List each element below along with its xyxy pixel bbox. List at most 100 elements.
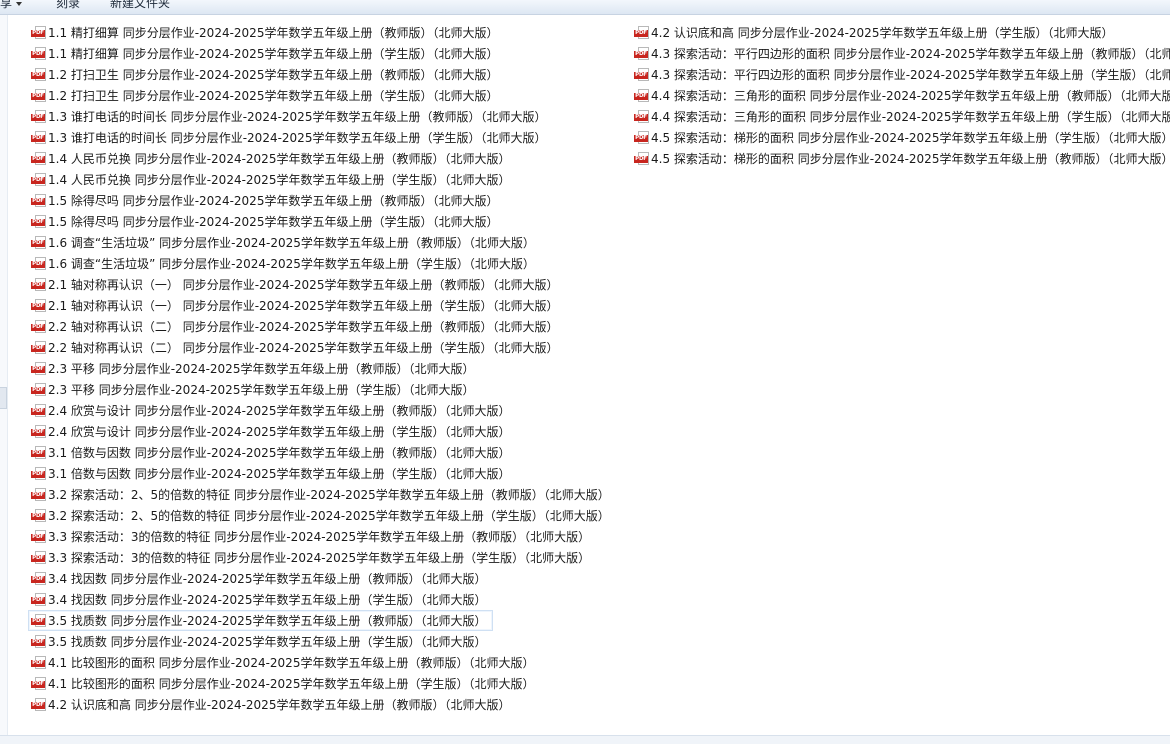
pdf-badge: PDF	[31, 680, 45, 688]
pdf-badge: PDF	[31, 449, 45, 457]
file-name: 4.2 认识底和高 同步分层作业-2024-2025学年数学五年级上册（学生版）…	[651, 25, 1114, 40]
pdf-file-icon: PDF	[634, 46, 649, 61]
file-name: 1.3 谁打电话的时间长 同步分层作业-2024-2025学年数学五年级上册（学…	[48, 130, 547, 145]
file-name: 4.4 探索活动：三角形的面积 同步分层作业-2024-2025学年数学五年级上…	[651, 88, 1170, 103]
file-item[interactable]: PDF 1.1 精打细算 同步分层作业-2024-2025学年数学五年级上册（学生…	[28, 43, 505, 64]
pdf-file-icon: PDF	[31, 214, 46, 229]
pdf-file-icon: PDF	[31, 634, 46, 649]
pane-resize-handle[interactable]	[0, 387, 7, 409]
file-item[interactable]: PDF 2.2 轴对称再认识（二） 同步分层作业-2024-2025学年数学五年级…	[28, 337, 565, 358]
file-item[interactable]: PDF 1.6 调查“生活垃圾” 同步分层作业-2024-2025学年数学五年级上…	[28, 253, 542, 274]
file-item[interactable]: PDF 3.4 找因数 同步分层作业-2024-2025学年数学五年级上册（学生版…	[28, 589, 493, 610]
pdf-badge: PDF	[634, 155, 648, 163]
file-item[interactable]: PDF 3.4 找因数 同步分层作业-2024-2025学年数学五年级上册（教师版…	[28, 568, 493, 589]
pdf-badge: PDF	[31, 596, 45, 604]
pdf-file-icon: PDF	[31, 88, 46, 103]
file-item[interactable]: PDF 3.3 探索活动：3的倍数的特征 同步分层作业-2024-2025学年数学…	[28, 526, 597, 547]
file-item[interactable]: PDF 4.1 比较图形的面积 同步分层作业-2024-2025学年数学五年级上册…	[28, 673, 541, 694]
pdf-badge: PDF	[31, 428, 45, 436]
file-item[interactable]: PDF 1.3 谁打电话的时间长 同步分层作业-2024-2025学年数学五年级上…	[28, 106, 553, 127]
file-item[interactable]: PDF 2.3 平移 同步分层作业-2024-2025学年数学五年级上册（学生版）…	[28, 379, 481, 400]
pdf-badge: PDF	[31, 344, 45, 352]
pdf-badge: PDF	[31, 533, 45, 541]
file-name: 3.3 探索活动：3的倍数的特征 同步分层作业-2024-2025学年数学五年级…	[48, 550, 591, 565]
file-name: 3.4 找因数 同步分层作业-2024-2025学年数学五年级上册（教师版）（北…	[48, 571, 487, 586]
file-item[interactable]: PDF 2.3 平移 同步分层作业-2024-2025学年数学五年级上册（教师版）…	[28, 358, 481, 379]
file-item[interactable]: PDF 2.4 欣赏与设计 同步分层作业-2024-2025学年数学五年级上册（教…	[28, 400, 517, 421]
file-name: 1.1 精打细算 同步分层作业-2024-2025学年数学五年级上册（教师版）（…	[48, 25, 499, 40]
pdf-file-icon: PDF	[31, 466, 46, 481]
file-name: 1.4 人民币兑换 同步分层作业-2024-2025学年数学五年级上册（教师版）…	[48, 151, 511, 166]
file-item[interactable]: PDF 3.2 探索活动：2、5的倍数的特征 同步分层作业-2024-2025学年…	[28, 505, 617, 526]
pdf-badge: PDF	[634, 134, 648, 142]
file-item[interactable]: PDF 4.3 探索活动：平行四边形的面积 同步分层作业-2024-2025学年数…	[631, 43, 1170, 64]
file-item[interactable]: PDF 1.4 人民币兑换 同步分层作业-2024-2025学年数学五年级上册（教…	[28, 148, 517, 169]
pdf-badge: PDF	[31, 659, 45, 667]
pdf-file-icon: PDF	[31, 235, 46, 250]
file-name: 4.1 比较图形的面积 同步分层作业-2024-2025学年数学五年级上册（学生…	[48, 676, 535, 691]
file-item[interactable]: PDF 4.5 探索活动：梯形的面积 同步分层作业-2024-2025学年数学五年…	[631, 148, 1170, 169]
pdf-file-icon: PDF	[31, 487, 46, 502]
burn-button[interactable]: 刻录	[56, 0, 80, 11]
pdf-file-icon: PDF	[31, 151, 46, 166]
pdf-file-icon: PDF	[31, 403, 46, 418]
pdf-badge: PDF	[31, 92, 45, 100]
file-item[interactable]: PDF 3.3 探索活动：3的倍数的特征 同步分层作业-2024-2025学年数学…	[28, 547, 597, 568]
file-list-column-right: PDF 4.2 认识底和高 同步分层作业-2024-2025学年数学五年级上册（学…	[631, 22, 1170, 169]
share-menu-button[interactable]: 享	[0, 0, 23, 11]
file-item[interactable]: PDF 3.5 找质数 同步分层作业-2024-2025学年数学五年级上册（教师版…	[28, 610, 494, 631]
file-name: 1.6 调查“生活垃圾” 同步分层作业-2024-2025学年数学五年级上册（教…	[48, 235, 535, 250]
file-name: 2.3 平移 同步分层作业-2024-2025学年数学五年级上册（教师版）（北师…	[48, 361, 475, 376]
file-item[interactable]: PDF 2.2 轴对称再认识（二） 同步分层作业-2024-2025学年数学五年级…	[28, 316, 565, 337]
file-item[interactable]: PDF 1.4 人民币兑换 同步分层作业-2024-2025学年数学五年级上册（学…	[28, 169, 517, 190]
file-item[interactable]: PDF 1.5 除得尽吗 同步分层作业-2024-2025学年数学五年级上册（教师…	[28, 190, 505, 211]
pdf-file-icon: PDF	[31, 361, 46, 376]
file-item[interactable]: PDF 1.5 除得尽吗 同步分层作业-2024-2025学年数学五年级上册（学生…	[28, 211, 505, 232]
file-item[interactable]: PDF 4.4 探索活动：三角形的面积 同步分层作业-2024-2025学年数学五…	[631, 106, 1170, 127]
pdf-file-icon: PDF	[31, 529, 46, 544]
pdf-badge: PDF	[31, 638, 45, 646]
file-item[interactable]: PDF 1.2 打扫卫生 同步分层作业-2024-2025学年数学五年级上册（教师…	[28, 64, 505, 85]
pdf-badge: PDF	[31, 470, 45, 478]
file-item[interactable]: PDF 1.1 精打细算 同步分层作业-2024-2025学年数学五年级上册（教师…	[28, 22, 505, 43]
file-item[interactable]: PDF 2.1 轴对称再认识（一） 同步分层作业-2024-2025学年数学五年级…	[28, 295, 565, 316]
file-item[interactable]: PDF 4.5 探索活动：梯形的面积 同步分层作业-2024-2025学年数学五年…	[631, 127, 1170, 148]
file-item[interactable]: PDF 3.1 倍数与因数 同步分层作业-2024-2025学年数学五年级上册（学…	[28, 463, 517, 484]
pdf-badge: PDF	[31, 701, 45, 709]
file-name: 3.5 找质数 同步分层作业-2024-2025学年数学五年级上册（教师版）（北…	[48, 613, 487, 628]
file-item[interactable]: PDF 4.2 认识底和高 同步分层作业-2024-2025学年数学五年级上册（教…	[28, 694, 517, 715]
file-name: 4.2 认识底和高 同步分层作业-2024-2025学年数学五年级上册（教师版）…	[48, 697, 511, 712]
pdf-file-icon: PDF	[31, 319, 46, 334]
pdf-badge: PDF	[634, 71, 648, 79]
file-item[interactable]: PDF 1.3 谁打电话的时间长 同步分层作业-2024-2025学年数学五年级上…	[28, 127, 553, 148]
file-item[interactable]: PDF 4.4 探索活动：三角形的面积 同步分层作业-2024-2025学年数学五…	[631, 85, 1170, 106]
pdf-badge: PDF	[31, 113, 45, 121]
file-item[interactable]: PDF 1.2 打扫卫生 同步分层作业-2024-2025学年数学五年级上册（学生…	[28, 85, 505, 106]
file-item[interactable]: PDF 3.2 探索活动：2、5的倍数的特征 同步分层作业-2024-2025学年…	[28, 484, 617, 505]
file-item[interactable]: PDF 3.1 倍数与因数 同步分层作业-2024-2025学年数学五年级上册（教…	[28, 442, 517, 463]
pdf-badge: PDF	[31, 491, 45, 499]
file-item[interactable]: PDF 4.2 认识底和高 同步分层作业-2024-2025学年数学五年级上册（学…	[631, 22, 1120, 43]
file-name: 3.1 倍数与因数 同步分层作业-2024-2025学年数学五年级上册（教师版）…	[48, 445, 511, 460]
file-item[interactable]: PDF 2.1 轴对称再认识（一） 同步分层作业-2024-2025学年数学五年级…	[28, 274, 565, 295]
pdf-badge: PDF	[31, 260, 45, 268]
file-name: 4.3 探索活动：平行四边形的面积 同步分层作业-2024-2025学年数学五年…	[651, 46, 1170, 61]
file-name: 1.1 精打细算 同步分层作业-2024-2025学年数学五年级上册（学生版）（…	[48, 46, 499, 61]
pdf-file-icon: PDF	[634, 109, 649, 124]
pdf-file-icon: PDF	[31, 25, 46, 40]
file-item[interactable]: PDF 4.1 比较图形的面积 同步分层作业-2024-2025学年数学五年级上册…	[28, 652, 541, 673]
pdf-file-icon: PDF	[634, 88, 649, 103]
file-item[interactable]: PDF 3.5 找质数 同步分层作业-2024-2025学年数学五年级上册（学生版…	[28, 631, 493, 652]
file-name: 4.5 探索活动：梯形的面积 同步分层作业-2024-2025学年数学五年级上册…	[651, 130, 1170, 145]
navigation-pane-edge	[0, 15, 8, 735]
file-name: 1.5 除得尽吗 同步分层作业-2024-2025学年数学五年级上册（学生版）（…	[48, 214, 499, 229]
file-item[interactable]: PDF 1.6 调查“生活垃圾” 同步分层作业-2024-2025学年数学五年级上…	[28, 232, 542, 253]
file-name: 2.1 轴对称再认识（一） 同步分层作业-2024-2025学年数学五年级上册（…	[48, 277, 559, 292]
pdf-file-icon: PDF	[31, 697, 46, 712]
file-name: 2.1 轴对称再认识（一） 同步分层作业-2024-2025学年数学五年级上册（…	[48, 298, 559, 313]
pdf-file-icon: PDF	[31, 676, 46, 691]
new-folder-button[interactable]: 新建文件夹	[110, 0, 170, 11]
file-name: 3.2 探索活动：2、5的倍数的特征 同步分层作业-2024-2025学年数学五…	[48, 508, 610, 523]
file-item[interactable]: PDF 2.4 欣赏与设计 同步分层作业-2024-2025学年数学五年级上册（学…	[28, 421, 517, 442]
file-item[interactable]: PDF 4.3 探索活动：平行四边形的面积 同步分层作业-2024-2025学年数…	[631, 64, 1170, 85]
